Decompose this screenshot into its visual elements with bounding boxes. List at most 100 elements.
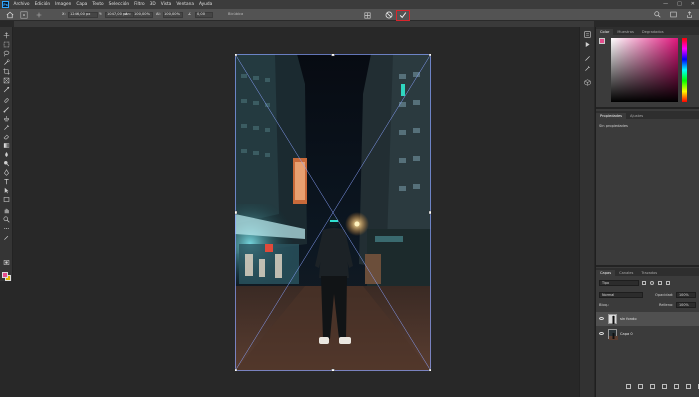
home-icon[interactable]: [6, 11, 14, 19]
hue-slider[interactable]: [682, 38, 687, 102]
width-field[interactable]: 100,00%: [134, 12, 150, 16]
filter-type-icon[interactable]: [658, 281, 662, 285]
tab-paths[interactable]: Trazados: [637, 271, 661, 277]
menu-edicion[interactable]: Edición: [32, 2, 53, 7]
blur-tool-icon[interactable]: [3, 151, 10, 158]
edit-toolbar-icon[interactable]: [3, 234, 10, 241]
gradient-tool-icon[interactable]: [3, 142, 10, 149]
warp-icon[interactable]: [363, 11, 372, 20]
share-icon[interactable]: [686, 11, 693, 18]
layers-panel-tabs: Capas Canales Trazados: [596, 268, 699, 276]
layer-thumbnail: [608, 329, 618, 340]
reference-point-icon[interactable]: [20, 11, 28, 19]
history-panel-icon[interactable]: [584, 31, 591, 38]
height-field[interactable]: 100,00%: [164, 12, 180, 16]
pen-tool-icon[interactable]: [3, 169, 10, 176]
menu-capa[interactable]: Capa: [74, 2, 90, 7]
hand-tool-icon[interactable]: [3, 207, 10, 214]
new-group-icon[interactable]: [674, 384, 679, 389]
layer-thumbnail: [608, 314, 617, 324]
clone-stamp-tool-icon[interactable]: [3, 115, 10, 122]
foreground-color-swatch[interactable]: [2, 272, 8, 278]
layer-filter-select[interactable]: Tipo: [599, 280, 639, 286]
workspace-icon[interactable]: [670, 11, 677, 18]
menu-bar: Ps Archivo Edición Imagen Capa Texto Sel…: [0, 0, 699, 9]
tab-gradients[interactable]: Degradados: [638, 30, 668, 36]
tab-adjustments[interactable]: Ajustes: [626, 114, 647, 120]
filter-pixel-icon[interactable]: [642, 281, 646, 285]
brush-settings-icon[interactable]: [584, 55, 591, 62]
cancel-icon[interactable]: [385, 11, 393, 19]
menu-vista[interactable]: Vista: [158, 2, 174, 7]
quick-select-tool-icon[interactable]: [3, 59, 10, 66]
y-label: Y:: [99, 12, 102, 16]
tab-properties[interactable]: Propiedades: [596, 112, 627, 119]
transform-handle-bottom-right: [428, 368, 431, 371]
interpolation-select[interactable]: Bicúbica: [228, 12, 243, 16]
fill-field[interactable]: 100%: [676, 302, 696, 308]
add-mask-icon[interactable]: [650, 384, 655, 389]
menu-seleccion[interactable]: Selección: [106, 2, 131, 7]
adjustment-layer-icon[interactable]: [662, 384, 667, 389]
tab-color[interactable]: Color: [596, 28, 614, 35]
menu-texto[interactable]: Texto: [90, 2, 106, 7]
play-actions-icon[interactable]: [584, 41, 591, 48]
close-button[interactable]: ✕: [691, 1, 695, 7]
history-brush-tool-icon[interactable]: [3, 124, 10, 131]
minimize-button[interactable]: —: [663, 1, 668, 7]
character-panel-icon[interactable]: [584, 65, 591, 72]
link-layers-icon[interactable]: [626, 384, 631, 389]
visibility-eye-icon[interactable]: [599, 317, 604, 320]
right-panels: Color Muestras Degradados Propiedades Aj…: [595, 27, 699, 397]
layer-name[interactable]: Capa 0: [620, 332, 633, 336]
quick-mask-icon[interactable]: [3, 259, 10, 266]
path-selection-tool-icon[interactable]: [3, 187, 10, 194]
maximize-button[interactable]: □: [677, 1, 682, 7]
layer-row-capa-0[interactable]: Capa 0: [596, 327, 699, 341]
layer-row-sin-fondo[interactable]: sin fondo: [596, 312, 699, 326]
blend-mode-value: Normal: [602, 293, 615, 297]
menu-3d[interactable]: 3D: [147, 2, 158, 7]
x-field[interactable]: 1246,00 px: [70, 12, 90, 16]
marquee-tool-icon[interactable]: [3, 41, 10, 48]
free-transform-box[interactable]: [235, 54, 431, 371]
angle-field[interactable]: 0,00: [197, 12, 205, 16]
more-tools-icon[interactable]: [3, 225, 10, 232]
menu-ventana[interactable]: Ventana: [174, 2, 197, 7]
opacity-field[interactable]: 100%: [676, 292, 696, 298]
layer-style-icon[interactable]: [638, 384, 643, 389]
type-tool-icon[interactable]: [3, 178, 10, 185]
tab-channels[interactable]: Canales: [615, 271, 637, 277]
healing-brush-tool-icon[interactable]: [3, 97, 10, 104]
color-picker-field[interactable]: [611, 38, 678, 102]
frame-tool-icon[interactable]: [3, 77, 10, 84]
layer-name[interactable]: sin fondo: [620, 317, 637, 321]
menu-imagen[interactable]: Imagen: [53, 2, 74, 7]
brush-tool-icon[interactable]: [3, 106, 10, 113]
eyedropper-tool-icon[interactable]: [3, 86, 10, 93]
filter-adjustment-icon[interactable]: [650, 281, 654, 285]
search-icon[interactable]: [654, 11, 661, 18]
rectangle-tool-icon[interactable]: [3, 196, 10, 203]
new-layer-icon[interactable]: [686, 384, 691, 389]
eraser-tool-icon[interactable]: [3, 133, 10, 140]
filter-shape-icon[interactable]: [666, 281, 670, 285]
panel-foreground-swatch[interactable]: [599, 38, 605, 44]
move-tool-icon[interactable]: [3, 32, 10, 39]
zoom-tool-icon[interactable]: [3, 216, 10, 223]
commit-check-icon[interactable]: [399, 11, 407, 19]
maintain-aspect-icon[interactable]: [35, 11, 43, 19]
dodge-tool-icon[interactable]: [3, 160, 10, 167]
menu-ayuda[interactable]: Ayuda: [196, 2, 214, 7]
menu-archivo[interactable]: Archivo: [11, 2, 32, 7]
blend-mode-select[interactable]: Normal: [599, 292, 643, 298]
color-swatches[interactable]: [2, 272, 11, 281]
3d-panel-icon[interactable]: [584, 79, 591, 86]
tab-swatches[interactable]: Muestras: [613, 30, 637, 36]
layer-filter-icons: [642, 281, 670, 285]
visibility-eye-icon[interactable]: [599, 332, 604, 335]
lasso-tool-icon[interactable]: [3, 50, 10, 57]
tab-layers[interactable]: Capas: [596, 269, 616, 276]
menu-filtro[interactable]: Filtro: [132, 2, 148, 7]
crop-tool-icon[interactable]: [3, 68, 10, 75]
